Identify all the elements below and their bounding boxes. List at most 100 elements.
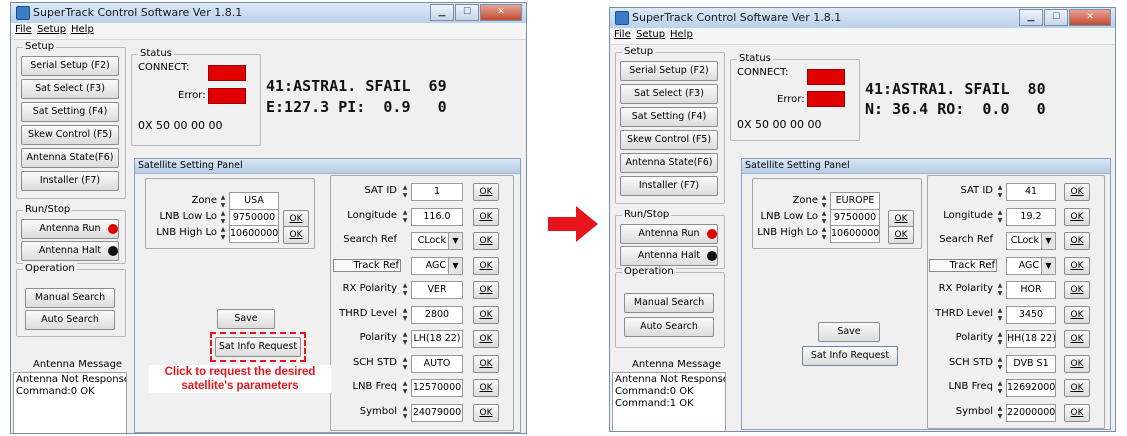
installer-button[interactable]: Installer (F7) (21, 171, 119, 191)
track-ref-ok-button[interactable]: OK (473, 256, 499, 275)
rx-polarity-spin-icon[interactable]: ▲ ▼ (996, 282, 1004, 298)
sat-id-ok-button[interactable]: OK (473, 183, 499, 201)
polarity-spin-icon[interactable]: ▲ ▼ (401, 331, 409, 347)
manual-search-button[interactable]: Manual Search (624, 293, 714, 313)
antenna-run-button[interactable]: Antenna Run (21, 219, 119, 239)
lnb-high-ok-button[interactable]: OK (283, 226, 309, 244)
sat-id-field[interactable]: 1 (411, 183, 463, 201)
rx-polarity-field[interactable]: HOR (1006, 281, 1056, 299)
message-log[interactable]: Antenna Not Response Command:0 OK Command:… (612, 372, 726, 431)
symbol-field[interactable]: 24079000 (411, 403, 463, 422)
longitude-ok-button[interactable]: OK (473, 207, 499, 226)
sat-info-request-button[interactable]: Sat Info Request (802, 346, 898, 366)
search-ref-select[interactable]: CLock ▼ (411, 232, 463, 250)
longitude-ok-button[interactable]: OK (1064, 207, 1090, 226)
antenna-state-button[interactable]: Antenna State(F6) (620, 153, 718, 173)
save-button[interactable]: Save (818, 322, 880, 342)
polarity-field[interactable]: LH(18 22) (411, 330, 463, 348)
minimize-icon[interactable]: ▁ (1019, 9, 1043, 26)
rx-polarity-ok-button[interactable]: OK (1064, 281, 1090, 299)
lnb-low-spin-icon[interactable]: ▲ ▼ (219, 210, 227, 226)
chevron-down-icon[interactable]: ▼ (448, 257, 462, 274)
antenna-run-button[interactable]: Antenna Run (620, 224, 718, 244)
sat-id-field[interactable]: 41 (1006, 183, 1056, 201)
polarity-ok-button[interactable]: OK (1064, 330, 1090, 348)
lnb-freq-field[interactable]: 12570000 (411, 379, 463, 397)
menu-file[interactable]: File (614, 29, 631, 40)
title-bar[interactable]: SuperTrack Control Software Ver 1.8.1 ▁ … (11, 3, 526, 24)
symbol-ok-button[interactable]: OK (473, 403, 499, 422)
track-ref-ok-button[interactable]: OK (1064, 256, 1090, 275)
chevron-down-icon[interactable]: ▼ (448, 233, 462, 249)
symbol-field[interactable]: 22000000 (1006, 403, 1056, 422)
sat-info-request-button[interactable]: Sat Info Request (215, 337, 301, 357)
polarity-spin-icon[interactable]: ▲ ▼ (996, 331, 1004, 347)
maximize-icon[interactable]: ☐ (1044, 9, 1068, 26)
sat-id-spin-icon[interactable]: ▲ ▼ (401, 184, 409, 200)
lnb-freq-field[interactable]: 12692000 (1006, 379, 1056, 397)
search-ref-ok-button[interactable]: OK (1064, 232, 1090, 250)
sat-select-button[interactable]: Sat Select (F3) (620, 84, 718, 104)
thrd-level-field[interactable]: 3450 (1006, 305, 1056, 324)
menu-help[interactable]: Help (670, 29, 693, 40)
serial-setup-button[interactable]: Serial Setup (F2) (620, 61, 718, 81)
longitude-spin-icon[interactable]: ▲ ▼ (996, 209, 1004, 225)
zone-spin-icon[interactable]: ▲ ▼ (219, 194, 227, 210)
search-ref-ok-button[interactable]: OK (473, 232, 499, 250)
sat-id-spin-icon[interactable]: ▲ ▼ (996, 184, 1004, 200)
lnb-freq-ok-button[interactable]: OK (1064, 379, 1090, 397)
symbol-spin-icon[interactable]: ▲ ▼ (996, 405, 1004, 421)
polarity-ok-button[interactable]: OK (473, 330, 499, 348)
sat-setting-button[interactable]: Sat Setting (F4) (21, 102, 119, 122)
lnb-high-spin-icon[interactable]: ▲ ▼ (219, 226, 227, 242)
antenna-halt-button[interactable]: Antenna Halt (21, 241, 119, 261)
thrd-level-ok-button[interactable]: OK (473, 305, 499, 324)
menu-setup[interactable]: Setup (37, 24, 66, 35)
auto-search-button[interactable]: Auto Search (624, 317, 714, 337)
sch-std-field[interactable]: AUTO (411, 354, 463, 373)
track-ref-select[interactable]: AGC ▼ (1006, 256, 1056, 275)
maximize-icon[interactable]: ☐ (455, 4, 479, 21)
menu-setup[interactable]: Setup (636, 29, 665, 40)
longitude-field[interactable]: 19.2 (1006, 207, 1056, 226)
lnb-freq-spin-icon[interactable]: ▲ ▼ (996, 380, 1004, 396)
close-icon[interactable]: ✕ (480, 4, 522, 21)
chevron-down-icon[interactable]: ▼ (1041, 233, 1055, 249)
skew-control-button[interactable]: Skew Control (F5) (21, 125, 119, 145)
sch-std-spin-icon[interactable]: ▲ ▼ (996, 356, 1004, 372)
lnb-freq-ok-button[interactable]: OK (473, 379, 499, 397)
thrd-level-ok-button[interactable]: OK (1064, 305, 1090, 324)
antenna-halt-button[interactable]: Antenna Halt (620, 246, 718, 266)
lnb-high-ok-button[interactable]: OK (888, 226, 914, 244)
antenna-state-button[interactable]: Antenna State(F6) (21, 148, 119, 168)
message-log[interactable]: Antenna Not Response Command:0 OK (13, 372, 127, 433)
symbol-ok-button[interactable]: OK (1064, 403, 1090, 422)
close-icon[interactable]: ✕ (1069, 9, 1111, 26)
minimize-icon[interactable]: ▁ (430, 4, 454, 21)
thrd-level-spin-icon[interactable]: ▲ ▼ (996, 307, 1004, 323)
symbol-spin-icon[interactable]: ▲ ▼ (401, 405, 409, 421)
zone-spin-icon[interactable]: ▲ ▼ (820, 194, 828, 210)
sch-std-ok-button[interactable]: OK (473, 354, 499, 373)
chevron-down-icon[interactable]: ▼ (1041, 257, 1055, 274)
menu-file[interactable]: File (15, 24, 32, 35)
thrd-level-field[interactable]: 2800 (411, 305, 463, 324)
search-ref-select[interactable]: CLock ▼ (1006, 232, 1056, 250)
sat-id-ok-button[interactable]: OK (1064, 183, 1090, 201)
lnb-high-spin-icon[interactable]: ▲ ▼ (820, 226, 828, 242)
save-button[interactable]: Save (217, 309, 275, 329)
thrd-level-spin-icon[interactable]: ▲ ▼ (401, 307, 409, 323)
zone-field[interactable]: USA (229, 192, 279, 210)
rx-polarity-spin-icon[interactable]: ▲ ▼ (401, 282, 409, 298)
menu-help[interactable]: Help (71, 24, 94, 35)
manual-search-button[interactable]: Manual Search (25, 288, 115, 308)
longitude-field[interactable]: 116.0 (411, 207, 463, 226)
serial-setup-button[interactable]: Serial Setup (F2) (21, 56, 119, 76)
lnb-high-field[interactable]: 10600000 (830, 225, 880, 243)
zone-field[interactable]: EUROPE (830, 192, 880, 210)
polarity-field[interactable]: HH(18 22) (1006, 330, 1056, 348)
track-ref-select[interactable]: AGC ▼ (411, 256, 463, 275)
sch-std-ok-button[interactable]: OK (1064, 354, 1090, 373)
rx-polarity-field[interactable]: VER (411, 281, 463, 299)
sch-std-spin-icon[interactable]: ▲ ▼ (401, 356, 409, 372)
